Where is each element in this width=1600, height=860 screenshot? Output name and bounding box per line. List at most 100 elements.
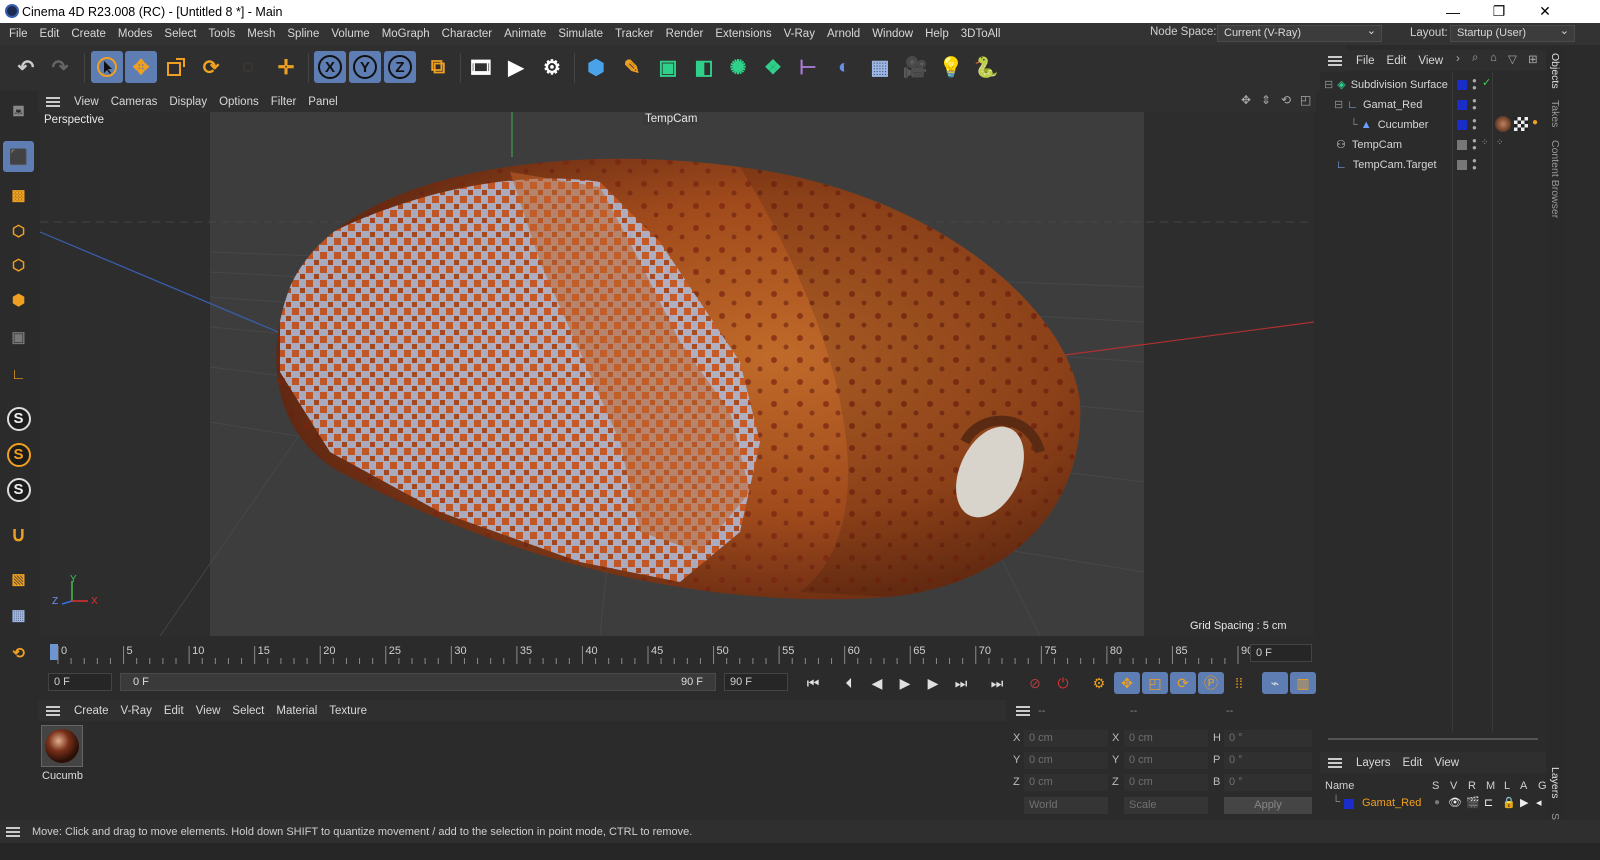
keyframe-selection-icon[interactable]: ⚙ <box>1086 672 1112 694</box>
menu-volume[interactable]: Volume <box>325 28 375 40</box>
frame-range-slider[interactable]: 0 F 90 F <box>120 673 716 691</box>
viewport-menu-panel[interactable]: Panel <box>302 96 343 108</box>
menu-help[interactable]: Help <box>919 28 955 40</box>
z-axis-lock-icon[interactable]: Z <box>384 51 416 83</box>
end-frame-field[interactable]: 90 F <box>724 673 788 691</box>
object-row-tempcam-target[interactable]: ∟ TempCam.Target ● ● <box>1320 155 1546 174</box>
tree-collapse-icon[interactable]: ⊟ <box>1334 98 1343 111</box>
pen-spline-icon[interactable]: ✎ <box>616 51 648 83</box>
start-frame-field[interactable]: 0 F <box>48 673 112 691</box>
size-x-field[interactable]: 0 cm <box>1124 730 1208 747</box>
apply-button[interactable]: Apply <box>1224 797 1312 814</box>
position-y-field[interactable]: 0 cm <box>1024 752 1108 769</box>
undo-icon[interactable]: ↶ <box>10 51 42 83</box>
menu-mograph[interactable]: MoGraph <box>376 28 436 40</box>
previous-frame-icon[interactable]: ◀ <box>864 672 890 694</box>
position-x-field[interactable]: 0 cm <box>1024 730 1108 747</box>
viewport-menu-display[interactable]: Display <box>163 96 213 108</box>
layer-color-swatch[interactable] <box>1457 120 1467 130</box>
layer-color-swatch[interactable] <box>1457 160 1467 170</box>
y-axis-lock-icon[interactable]: Y <box>349 51 381 83</box>
material-swatch[interactable] <box>41 725 83 767</box>
timeline-ruler[interactable]: 0 5 10 15 20 25 30 35 40 45 50 55 60 65 70 75 80 85 90 0 F <box>38 638 1316 668</box>
planar-workplane-icon[interactable]: ⟲ <box>3 637 34 668</box>
points-mode-icon[interactable]: ⬡ <box>3 215 34 246</box>
render-view-icon[interactable]: 🎞 <box>465 51 497 83</box>
go-to-end-icon[interactable]: ⏭ <box>984 672 1010 694</box>
material-menu-select[interactable]: Select <box>226 705 270 717</box>
layer-color-swatch[interactable] <box>1344 799 1354 809</box>
menu-modes[interactable]: Modes <box>112 28 159 40</box>
close-button[interactable]: ✕ <box>1522 0 1568 23</box>
layer-animation-icon[interactable]: ▶ <box>1520 796 1528 809</box>
viewport-rotate-icon[interactable]: ⟲ <box>1281 93 1291 107</box>
parameter-key-icon[interactable]: Ⓟ <box>1198 672 1224 694</box>
record-active-icon[interactable]: ⊘ <box>1022 672 1048 694</box>
visibility-dots-icon[interactable]: ● ● <box>1472 117 1477 132</box>
floor-icon[interactable]: ▦ <box>864 51 896 83</box>
menu-character[interactable]: Character <box>436 28 499 40</box>
layers-menu-layers[interactable]: Layers <box>1350 757 1397 769</box>
layer-row-gamat-red[interactable]: └ Gamat_Red ● 👁 🎬 ⊏ 🔒 ▶ ◂ <box>1320 795 1546 813</box>
scale-key-icon[interactable]: ◰ <box>1142 672 1168 694</box>
menu-simulate[interactable]: Simulate <box>552 28 609 40</box>
texture-tag-icon[interactable] <box>1514 117 1528 131</box>
scale-tool-icon[interactable] <box>160 51 192 83</box>
snap-settings-icon[interactable]: S <box>3 439 34 470</box>
viewport-pan-icon[interactable]: ✥ <box>1241 93 1251 107</box>
restore-button[interactable]: ❐ <box>1476 0 1522 23</box>
menu-3dtoall[interactable]: 3DToAll <box>955 28 1007 40</box>
object-row-gamat-red[interactable]: ⊟ ∟ Gamat_Red ● ● <box>1320 95 1546 114</box>
material-menu-vray[interactable]: V-Ray <box>115 705 158 717</box>
render-picture-viewer-icon[interactable]: ▶ <box>500 51 532 83</box>
layer-color-swatch[interactable] <box>1457 100 1467 110</box>
objects-menu-file[interactable]: File <box>1350 55 1381 67</box>
play-icon[interactable]: ▶ <box>892 672 918 694</box>
viewport-menu-options[interactable]: Options <box>213 96 265 108</box>
objects-home-icon[interactable]: ⌂ <box>1490 52 1497 64</box>
menu-spline[interactable]: Spline <box>281 28 325 40</box>
position-z-field[interactable]: 0 cm <box>1024 774 1108 791</box>
rotation-h-field[interactable]: 0 ° <box>1224 730 1312 747</box>
timeline-playhead[interactable] <box>50 644 58 660</box>
cloner-icon[interactable]: ✺ <box>722 51 754 83</box>
mograph-cubes-icon[interactable]: ❖ <box>757 51 789 83</box>
menu-select[interactable]: Select <box>158 28 202 40</box>
autokey-icon[interactable]: ⏻ <box>1050 672 1076 694</box>
redo-icon[interactable]: ↷ <box>44 51 76 83</box>
visibility-dots-icon[interactable]: ● ● <box>1472 77 1477 92</box>
viewport-menu-cameras[interactable]: Cameras <box>105 96 164 108</box>
scheme-icon[interactable]: ⌁ <box>1262 672 1288 694</box>
menu-extensions[interactable]: Extensions <box>709 28 777 40</box>
edges-mode-icon[interactable]: ⬡ <box>3 249 34 280</box>
menu-tools[interactable]: Tools <box>202 28 241 40</box>
object-row-tempcam[interactable]: ⚇ TempCam ● ● ⁘ ⁘ <box>1320 135 1546 154</box>
rotation-p-field[interactable]: 0 ° <box>1224 752 1312 769</box>
layers-menu-edit[interactable]: Edit <box>1397 757 1429 769</box>
menu-animate[interactable]: Animate <box>498 28 552 40</box>
layer-visible-icon[interactable]: 👁 <box>1448 796 1462 809</box>
subdivision-surface-icon[interactable]: ▣ <box>652 51 684 83</box>
viewport-camera-name[interactable]: TempCam <box>643 113 700 125</box>
size-z-field[interactable]: 0 cm <box>1124 774 1208 791</box>
uv-mode-icon[interactable]: ▣ <box>3 321 34 352</box>
camera-tag-icon[interactable]: ⁘ <box>1481 137 1489 148</box>
menu-vray[interactable]: V-Ray <box>778 28 821 40</box>
visibility-dots-icon[interactable]: ● ● <box>1472 137 1477 152</box>
transform-tool-icon[interactable]: ✛ <box>270 51 302 83</box>
make-editable-icon[interactable]: ⛾ <box>3 97 34 128</box>
size-mode-dropdown[interactable]: Scale <box>1124 797 1208 814</box>
object-row-cucumber[interactable]: └ ▲ Cucumber ● ● ● <box>1320 115 1546 134</box>
select-tool-icon[interactable] <box>91 51 123 83</box>
layer-color-swatch[interactable] <box>1457 80 1467 90</box>
python-icon[interactable]: 🐍 <box>970 51 1002 83</box>
objects-menu-edit[interactable]: Edit <box>1381 55 1413 67</box>
material-menu-texture[interactable]: Texture <box>323 705 373 717</box>
layer-color-swatch[interactable] <box>1457 140 1467 150</box>
menu-tracker[interactable]: Tracker <box>609 28 660 40</box>
status-menu-icon[interactable] <box>6 826 20 837</box>
camera-icon[interactable]: 🎥 <box>899 51 931 83</box>
menu-arnold[interactable]: Arnold <box>821 28 866 40</box>
material-menu-view[interactable]: View <box>190 705 227 717</box>
viewport-menu-filter[interactable]: Filter <box>265 96 303 108</box>
